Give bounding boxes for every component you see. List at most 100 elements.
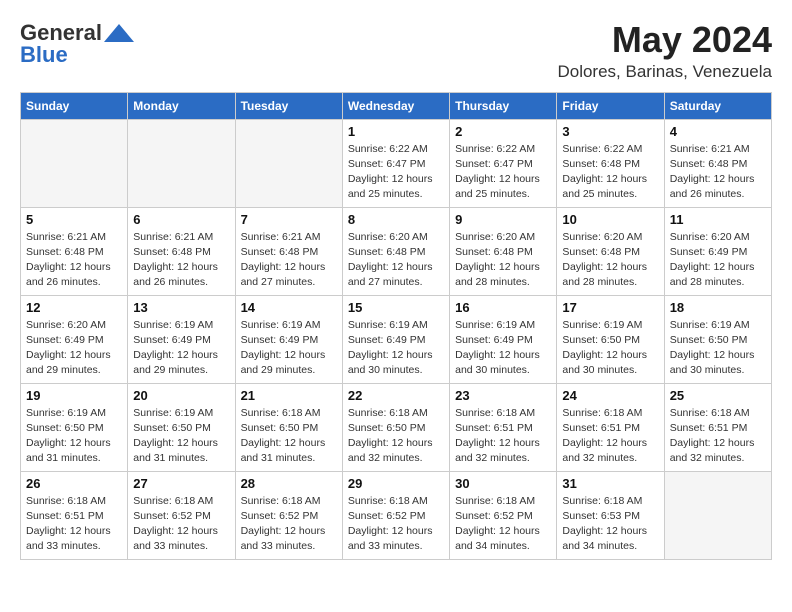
day-info: Sunrise: 6:18 AM Sunset: 6:53 PM Dayligh… [562,494,658,555]
calendar-cell: 7 Sunrise: 6:21 AM Sunset: 6:48 PM Daylig… [235,207,342,295]
calendar-cell: 8 Sunrise: 6:20 AM Sunset: 6:48 PM Daylig… [342,207,449,295]
calendar-cell: 4Sunrise: 6:21 AM Sunset: 6:48 PM Daylig… [664,119,771,207]
calendar-cell: 6 Sunrise: 6:21 AM Sunset: 6:48 PM Daylig… [128,207,235,295]
week-row-2: 5 Sunrise: 6:21 AM Sunset: 6:48 PM Daylig… [21,207,772,295]
calendar-cell: 25 Sunrise: 6:18 AM Sunset: 6:51 PM Dayli… [664,383,771,471]
day-info: Sunrise: 6:20 AM Sunset: 6:49 PM Dayligh… [26,318,122,379]
day-number: 20 [133,388,229,403]
calendar-table: SundayMondayTuesdayWednesdayThursdayFrid… [20,92,772,560]
day-number: 27 [133,476,229,491]
calendar-cell: 29Sunrise: 6:18 AM Sunset: 6:52 PM Dayli… [342,471,449,559]
calendar-cell: 17 Sunrise: 6:19 AM Sunset: 6:50 PM Dayli… [557,295,664,383]
week-row-4: 19 Sunrise: 6:19 AM Sunset: 6:50 PM Dayli… [21,383,772,471]
day-info: Sunrise: 6:19 AM Sunset: 6:49 PM Dayligh… [241,318,337,379]
calendar-cell: 30 Sunrise: 6:18 AM Sunset: 6:52 PM Dayli… [450,471,557,559]
calendar-cell: 14 Sunrise: 6:19 AM Sunset: 6:49 PM Dayli… [235,295,342,383]
calendar-cell [128,119,235,207]
calendar-cell: 1 Sunrise: 6:22 AM Sunset: 6:47 PM Daylig… [342,119,449,207]
calendar-cell: 27 Sunrise: 6:18 AM Sunset: 6:52 PM Dayli… [128,471,235,559]
days-header-row: SundayMondayTuesdayWednesdayThursdayFrid… [21,92,772,119]
day-number: 26 [26,476,122,491]
day-header-monday: Monday [128,92,235,119]
calendar-cell: 18Sunrise: 6:19 AM Sunset: 6:50 PM Dayli… [664,295,771,383]
day-info: Sunrise: 6:19 AM Sunset: 6:50 PM Dayligh… [26,406,122,467]
day-info: Sunrise: 6:18 AM Sunset: 6:51 PM Dayligh… [455,406,551,467]
day-info: Sunrise: 6:22 AM Sunset: 6:47 PM Dayligh… [348,142,444,203]
day-number: 24 [562,388,658,403]
week-row-3: 12Sunrise: 6:20 AM Sunset: 6:49 PM Dayli… [21,295,772,383]
day-number: 9 [455,212,551,227]
day-info: Sunrise: 6:20 AM Sunset: 6:49 PM Dayligh… [670,230,766,291]
calendar-cell: 12Sunrise: 6:20 AM Sunset: 6:49 PM Dayli… [21,295,128,383]
day-header-tuesday: Tuesday [235,92,342,119]
calendar-cell [21,119,128,207]
week-row-5: 26 Sunrise: 6:18 AM Sunset: 6:51 PM Dayli… [21,471,772,559]
calendar-cell: 2Sunrise: 6:22 AM Sunset: 6:47 PM Daylig… [450,119,557,207]
day-number: 17 [562,300,658,315]
day-header-wednesday: Wednesday [342,92,449,119]
day-info: Sunrise: 6:19 AM Sunset: 6:49 PM Dayligh… [455,318,551,379]
calendar-cell: 24Sunrise: 6:18 AM Sunset: 6:51 PM Dayli… [557,383,664,471]
page-header: General Blue May 2024 Dolores, Barinas, … [20,20,772,82]
day-number: 16 [455,300,551,315]
day-number: 19 [26,388,122,403]
day-number: 31 [562,476,658,491]
logo-icon [104,24,134,42]
day-number: 28 [241,476,337,491]
day-info: Sunrise: 6:18 AM Sunset: 6:52 PM Dayligh… [455,494,551,555]
title-block: May 2024 Dolores, Barinas, Venezuela [557,20,772,82]
day-info: Sunrise: 6:21 AM Sunset: 6:48 PM Dayligh… [133,230,229,291]
day-info: Sunrise: 6:18 AM Sunset: 6:51 PM Dayligh… [26,494,122,555]
day-header-saturday: Saturday [664,92,771,119]
day-number: 21 [241,388,337,403]
calendar-cell: 31 Sunrise: 6:18 AM Sunset: 6:53 PM Dayli… [557,471,664,559]
day-info: Sunrise: 6:19 AM Sunset: 6:50 PM Dayligh… [562,318,658,379]
calendar-cell: 26 Sunrise: 6:18 AM Sunset: 6:51 PM Dayli… [21,471,128,559]
calendar-cell: 3 Sunrise: 6:22 AM Sunset: 6:48 PM Daylig… [557,119,664,207]
day-number: 3 [562,124,658,139]
calendar-cell: 5 Sunrise: 6:21 AM Sunset: 6:48 PM Daylig… [21,207,128,295]
day-info: Sunrise: 6:18 AM Sunset: 6:52 PM Dayligh… [133,494,229,555]
day-info: Sunrise: 6:18 AM Sunset: 6:50 PM Dayligh… [348,406,444,467]
day-number: 11 [670,212,766,227]
day-info: Sunrise: 6:19 AM Sunset: 6:49 PM Dayligh… [133,318,229,379]
day-number: 7 [241,212,337,227]
calendar-cell [235,119,342,207]
calendar-cell: 16 Sunrise: 6:19 AM Sunset: 6:49 PM Dayli… [450,295,557,383]
logo-blue-text: Blue [20,42,68,68]
day-number: 8 [348,212,444,227]
day-number: 10 [562,212,658,227]
day-number: 4 [670,124,766,139]
day-number: 13 [133,300,229,315]
day-number: 23 [455,388,551,403]
day-number: 1 [348,124,444,139]
calendar-title: May 2024 [557,20,772,60]
day-info: Sunrise: 6:18 AM Sunset: 6:52 PM Dayligh… [241,494,337,555]
day-info: Sunrise: 6:20 AM Sunset: 6:48 PM Dayligh… [455,230,551,291]
day-number: 15 [348,300,444,315]
calendar-cell: 21 Sunrise: 6:18 AM Sunset: 6:50 PM Dayli… [235,383,342,471]
day-info: Sunrise: 6:21 AM Sunset: 6:48 PM Dayligh… [26,230,122,291]
day-number: 22 [348,388,444,403]
day-header-thursday: Thursday [450,92,557,119]
calendar-cell: 23 Sunrise: 6:18 AM Sunset: 6:51 PM Dayli… [450,383,557,471]
day-number: 14 [241,300,337,315]
day-info: Sunrise: 6:18 AM Sunset: 6:50 PM Dayligh… [241,406,337,467]
day-info: Sunrise: 6:18 AM Sunset: 6:51 PM Dayligh… [670,406,766,467]
day-info: Sunrise: 6:18 AM Sunset: 6:52 PM Dayligh… [348,494,444,555]
day-number: 6 [133,212,229,227]
day-header-friday: Friday [557,92,664,119]
calendar-cell: 28 Sunrise: 6:18 AM Sunset: 6:52 PM Dayli… [235,471,342,559]
day-number: 25 [670,388,766,403]
calendar-cell [664,471,771,559]
day-info: Sunrise: 6:21 AM Sunset: 6:48 PM Dayligh… [241,230,337,291]
day-info: Sunrise: 6:19 AM Sunset: 6:50 PM Dayligh… [670,318,766,379]
calendar-cell: 19 Sunrise: 6:19 AM Sunset: 6:50 PM Dayli… [21,383,128,471]
day-number: 5 [26,212,122,227]
day-info: Sunrise: 6:22 AM Sunset: 6:48 PM Dayligh… [562,142,658,203]
day-info: Sunrise: 6:20 AM Sunset: 6:48 PM Dayligh… [348,230,444,291]
day-info: Sunrise: 6:20 AM Sunset: 6:48 PM Dayligh… [562,230,658,291]
day-number: 30 [455,476,551,491]
day-info: Sunrise: 6:19 AM Sunset: 6:49 PM Dayligh… [348,318,444,379]
day-info: Sunrise: 6:22 AM Sunset: 6:47 PM Dayligh… [455,142,551,203]
